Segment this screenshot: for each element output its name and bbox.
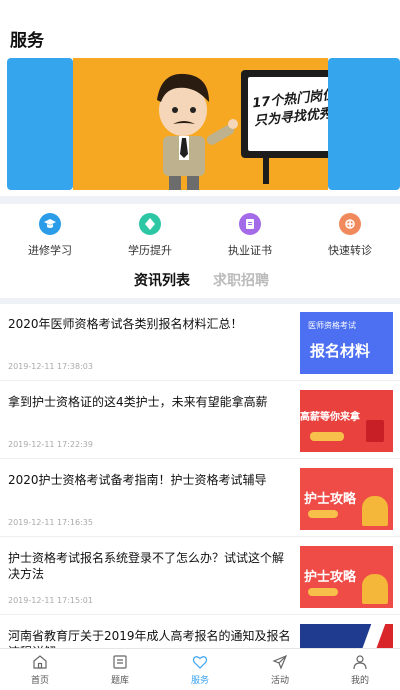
news-title: 护士资格考试报名系统登录不了怎么办？试试这个解决方法 [8, 551, 285, 581]
news-item[interactable]: 2020年医师资格考试各类别报名材料汇总！ 2019-12-11 17:38:0… [0, 304, 400, 381]
news-date: 2019-12-11 17:16:35 [8, 518, 93, 527]
bottom-tab-bar: 首页 题库 服务 活动 我的 [0, 648, 400, 690]
tab-job-recruitment[interactable]: 求职招聘 [213, 270, 269, 290]
news-list: 2020年医师资格考试各类别报名材料汇总！ 2019-12-11 17:38:0… [0, 304, 400, 648]
category-referral[interactable]: 快速转诊 [300, 206, 400, 262]
certificate-icon [239, 213, 261, 235]
news-thumbnail: 医师资格考试 报名材料 [300, 312, 393, 374]
tabbar-label: 活动 [270, 676, 289, 686]
news-date: 2019-12-11 17:15:01 [8, 596, 93, 605]
category-degree[interactable]: 学历提升 [100, 206, 200, 262]
nurse-figures-shape [362, 574, 388, 604]
tabbar-label: 我的 [350, 676, 369, 686]
home-icon [33, 655, 47, 669]
category-label: 学历提升 [128, 244, 172, 257]
news-thumbnail: 高薪等你来拿 [300, 390, 393, 452]
tabbar-item-question-bank[interactable]: 题库 [80, 649, 160, 690]
send-icon [272, 654, 288, 670]
question-bank-icon [113, 655, 127, 669]
banner-carousel[interactable]: 17个热门岗位， 只为寻找优秀的你！ [0, 58, 400, 190]
heart-icon [192, 656, 208, 669]
user-icon [353, 655, 367, 670]
thumbnail-title: 报名材料 [310, 342, 371, 360]
tabbar-label: 首页 [30, 676, 49, 686]
tabbar-label: 题库 [110, 676, 129, 686]
thumbnail-button-shape [310, 432, 344, 441]
category-label: 快速转诊 [328, 244, 372, 257]
page-header: 服务 [0, 0, 400, 56]
doctor-illustration [157, 73, 238, 190]
news-date: 2019-12-11 17:22:39 [8, 440, 93, 449]
thumbnail-button-shape [308, 510, 338, 518]
tabbar-item-mine[interactable]: 我的 [320, 649, 400, 690]
tabbar-item-activity[interactable]: 活动 [240, 649, 320, 690]
news-title: 2020年医师资格考试各类别报名材料汇总！ [8, 317, 243, 331]
category-label: 进修学习 [28, 244, 72, 257]
thumbnail-title: 护士攻略 [304, 492, 357, 507]
news-title: 拿到护士资格证的这4类护士，未来有望能拿高薪 [8, 395, 268, 409]
news-thumbnail [300, 624, 393, 648]
news-date: 2019-12-11 17:38:03 [8, 362, 93, 371]
category-label: 执业证书 [228, 244, 272, 257]
banner-slide-current[interactable]: 17个热门岗位， 只为寻找优秀的你！ [73, 58, 328, 190]
thumbnail-subtitle: 医师资格考试 [308, 321, 356, 330]
referral-icon [339, 213, 361, 235]
thumbnail-title: 护士攻略 [304, 570, 357, 585]
news-item[interactable]: 2020护士资格考试备考指南！护士资格考试辅导 2019-12-11 17:16… [0, 460, 400, 537]
news-item[interactable]: 护士资格考试报名系统登录不了怎么办？试试这个解决方法 2019-12-11 17… [0, 538, 400, 615]
tabbar-label: 服务 [190, 676, 209, 686]
board-stand-left [263, 156, 269, 184]
banner-slide-previous[interactable] [7, 58, 73, 190]
diamond-icon [139, 213, 161, 235]
tabbar-item-home[interactable]: 首页 [0, 649, 80, 690]
news-item[interactable]: 拿到护士资格证的这4类护士，未来有望能拿高薪 2019-12-11 17:22:… [0, 382, 400, 459]
red-envelope-shape [366, 420, 384, 442]
news-title: 2020护士资格考试备考指南！护士资格考试辅导 [8, 473, 267, 487]
graduation-cap-icon [39, 213, 61, 235]
category-study[interactable]: 进修学习 [0, 206, 100, 262]
news-thumbnail: 护士攻略 [300, 546, 393, 608]
content-tabs: 资讯列表 求职招聘 [0, 266, 400, 296]
news-title: 河南省教育厅关于2019年成人高考报名的通知及报名流程详解 [8, 629, 291, 648]
tabbar-item-service[interactable]: 服务 [160, 649, 240, 690]
thumbnail-title: 高薪等你来拿 [300, 412, 360, 423]
category-grid: 进修学习 学历提升 执业证书 快速转诊 [0, 206, 400, 262]
page-title: 服务 [10, 31, 44, 51]
section-divider [0, 196, 400, 204]
banner-slide-next[interactable] [328, 58, 400, 190]
nurse-figures-shape [362, 496, 388, 526]
thumbnail-button-shape [308, 588, 338, 596]
news-item[interactable]: 河南省教育厅关于2019年成人高考报名的通知及报名流程详解 [0, 616, 400, 648]
news-thumbnail: 护士攻略 [300, 468, 393, 530]
tab-news-list[interactable]: 资讯列表 [134, 270, 190, 290]
category-certificate[interactable]: 执业证书 [200, 206, 300, 262]
